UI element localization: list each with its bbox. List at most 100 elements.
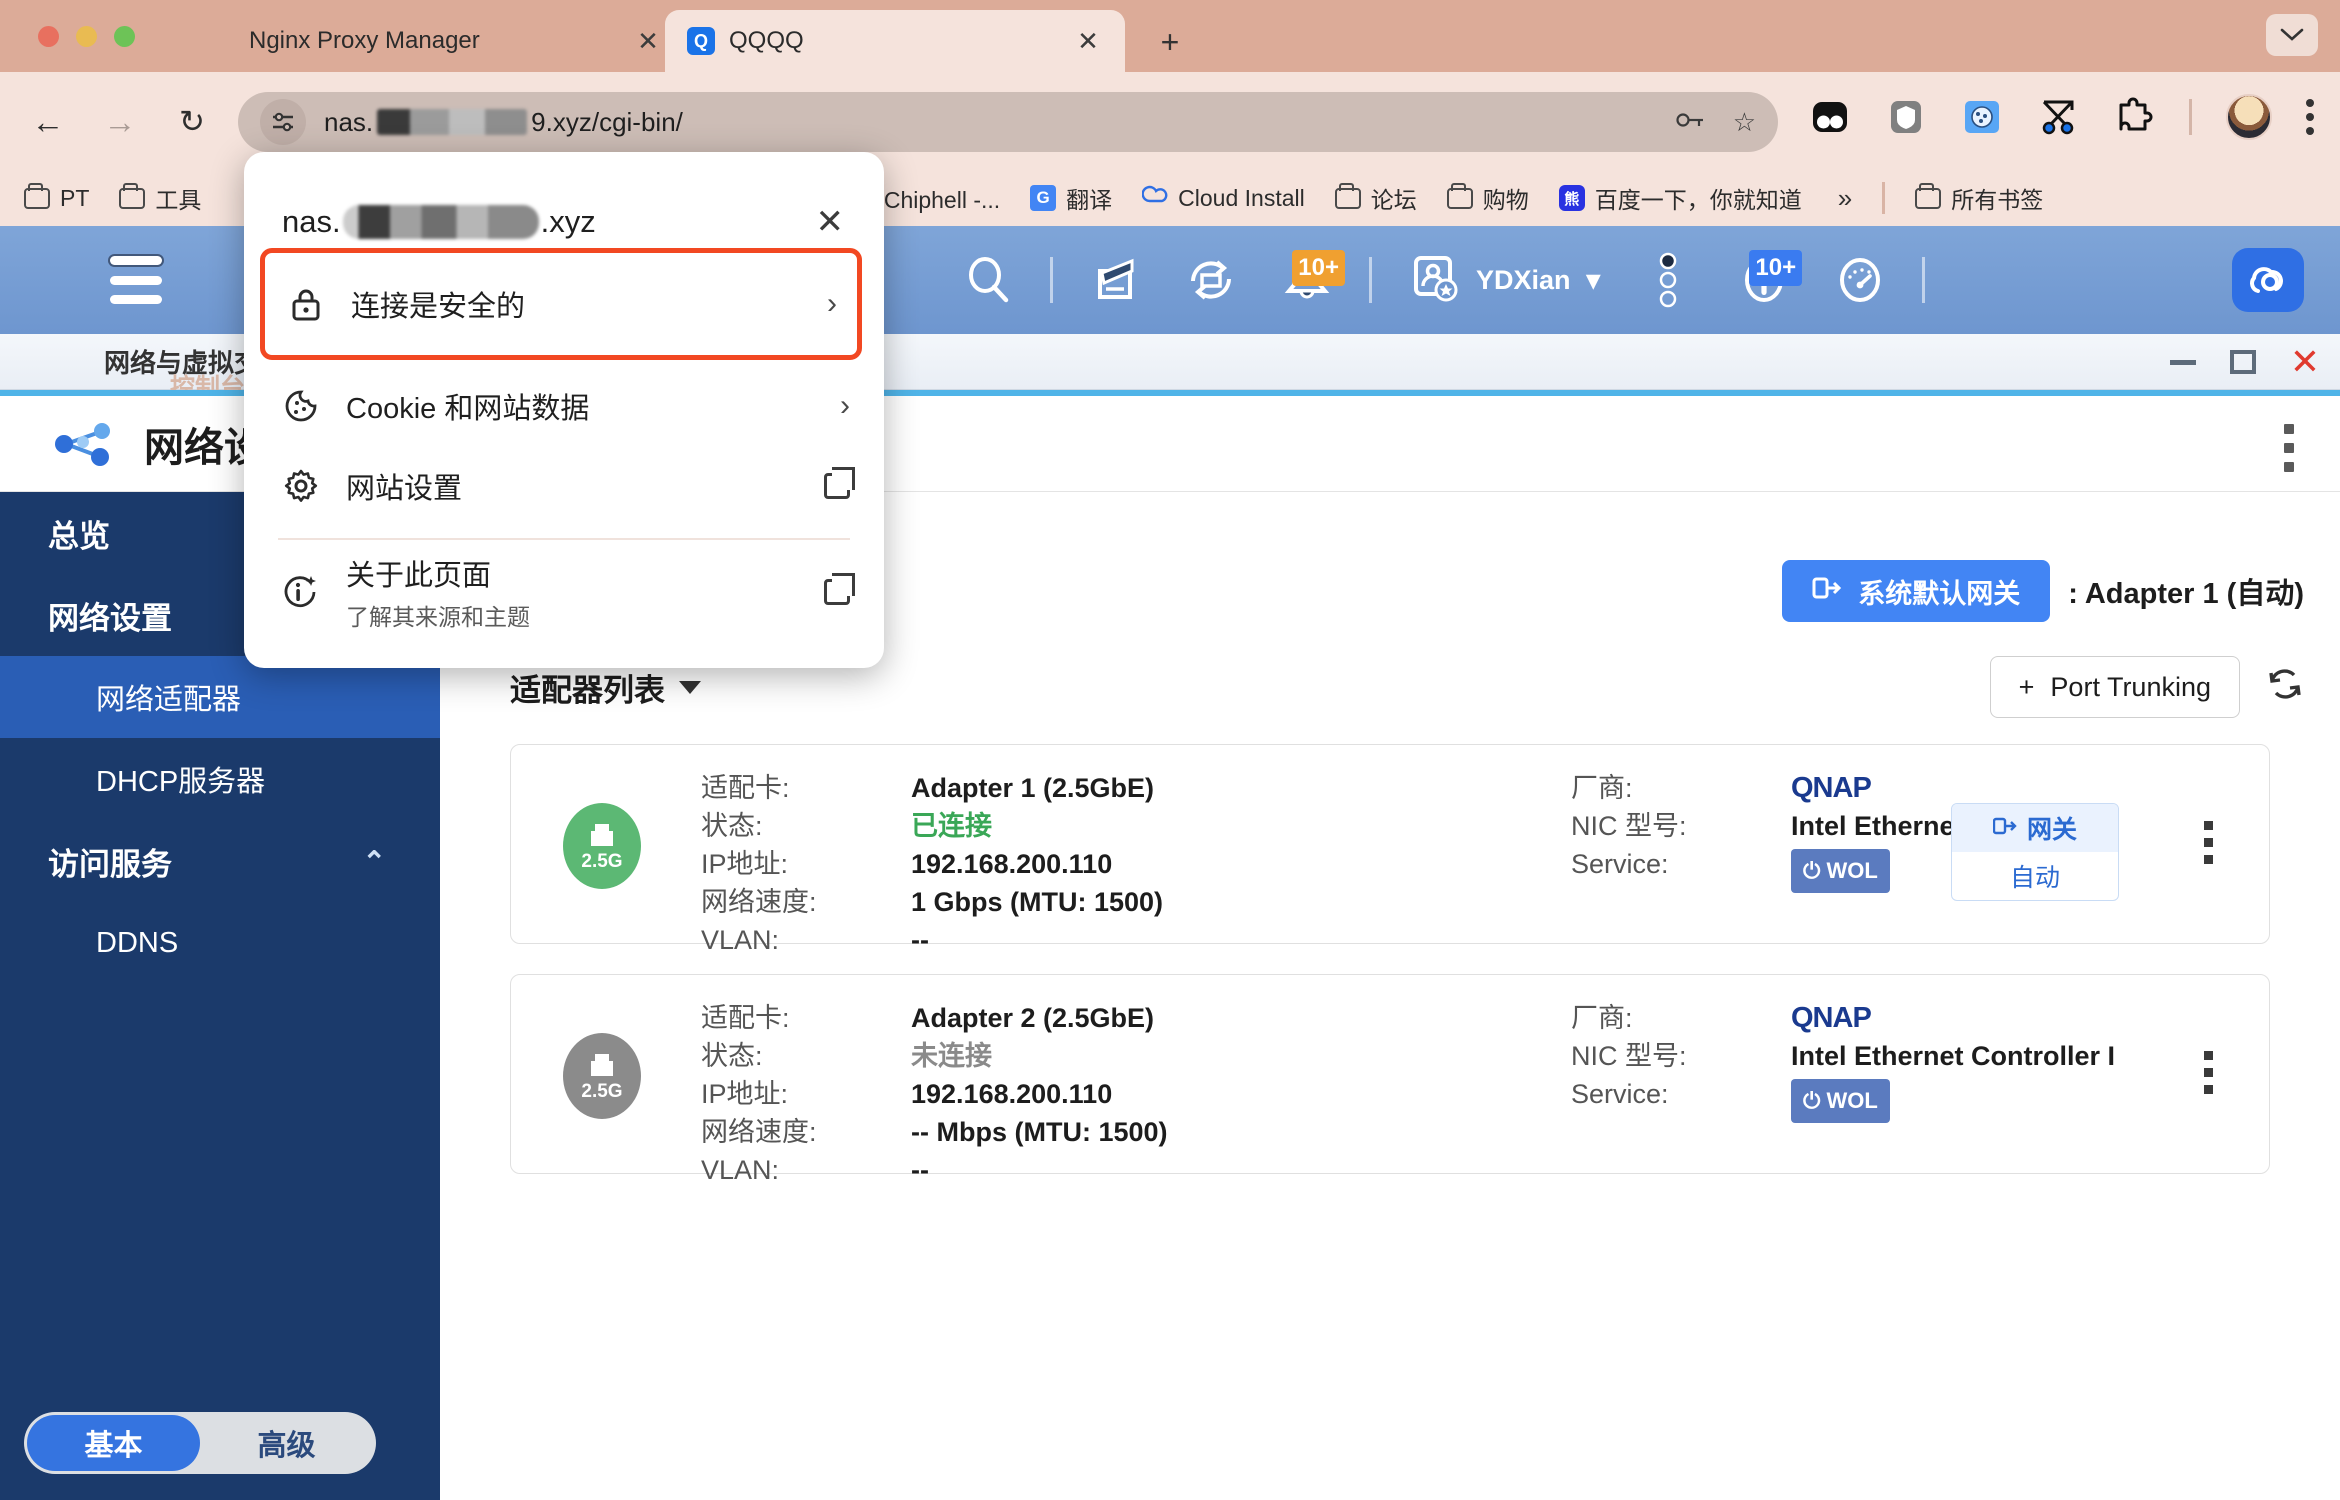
kebab-icon[interactable]	[1620, 226, 1716, 334]
tab-search-chevron-down-icon[interactable]	[2266, 14, 2318, 56]
menu-icon[interactable]	[110, 256, 162, 304]
domain-redacted-block	[343, 205, 539, 239]
sidebar-item-ddns[interactable]: DDNS	[0, 902, 440, 984]
chevron-up-icon: ⌃	[363, 845, 386, 878]
system-default-gateway-button[interactable]: 系统默认网关	[1782, 560, 2050, 622]
wol-label: WOL	[1827, 858, 1878, 883]
adapter-status-badge: 2.5G	[563, 1033, 641, 1119]
label-service: Service:	[1571, 1075, 1687, 1113]
external-link-icon	[824, 473, 850, 499]
sidebar-item-label: 网络设置	[48, 593, 172, 638]
bookmark-pt[interactable]: PT	[24, 185, 89, 212]
gateway-icon	[1812, 575, 1842, 608]
tab-close-button[interactable]: ✕	[1073, 28, 1103, 54]
adapter-kebab-icon[interactable]	[2204, 1051, 2213, 1094]
about-this-page-row[interactable]: 关于此页面 了解其来源和主题	[244, 552, 884, 632]
label-speed: 网络速度:	[701, 883, 817, 921]
bookmark-shopping[interactable]: 购物	[1447, 181, 1529, 215]
notification-bell-icon[interactable]: 10+	[1259, 226, 1355, 334]
bookmark-label: 百度一下，你就知道	[1595, 181, 1802, 215]
forward-button[interactable]: →	[98, 100, 142, 144]
search-icon[interactable]	[940, 226, 1036, 334]
user-card-icon	[1406, 250, 1460, 311]
backup-sync-icon[interactable]	[1163, 226, 1259, 334]
adapter-card[interactable]: 2.5G 适配卡: 状态: IP地址: 网络速度: VLAN: Adapter …	[510, 974, 2270, 1174]
gateway-option-selected[interactable]: 网关	[1952, 804, 2118, 852]
scan-icon[interactable]	[1067, 226, 1163, 334]
close-window-button[interactable]	[38, 26, 59, 47]
bookmarks-overflow-button[interactable]: »	[1838, 183, 1852, 214]
info-icon[interactable]: 10+	[1716, 226, 1812, 334]
sidebar-item-label: 访问服务	[48, 839, 172, 884]
folder-icon	[1915, 188, 1941, 209]
adapter-card[interactable]: 2.5G 适配卡: 状态: IP地址: 网络速度: VLAN: Adapter …	[510, 744, 2270, 944]
sidebar-item-access-services[interactable]: 访问服务 ⌃	[0, 820, 440, 902]
sidebar-item-network-adapter[interactable]: 网络适配器	[0, 656, 440, 738]
close-icon[interactable]: ✕	[810, 205, 851, 239]
cookie-editor-extension-icon[interactable]	[1961, 96, 2003, 138]
wol-badge: ⏻ WOL	[1791, 1079, 1890, 1123]
cookies-and-site-data-row[interactable]: Cookie 和网站数据 ›	[244, 366, 884, 446]
all-bookmarks-button[interactable]: 所有书签	[1915, 181, 2043, 215]
folder-icon	[1447, 188, 1473, 209]
port-trunking-label: Port Trunking	[2050, 672, 2211, 703]
label-nic-model: NIC 型号:	[1571, 807, 1687, 845]
new-tab-button[interactable]: +	[1150, 22, 1190, 62]
plus-icon: +	[2019, 672, 2035, 703]
label-vendor: 厂商:	[1571, 999, 1687, 1037]
mode-toggle-basic[interactable]: 基本	[27, 1415, 200, 1471]
value-vlan: --	[911, 1151, 1168, 1189]
sidebar-item-label: DHCP服务器	[96, 758, 265, 800]
bookmark-star-icon[interactable]: ☆	[1733, 107, 1756, 138]
domain-suffix: .xyz	[541, 204, 596, 240]
bookmark-baidu[interactable]: 熊 百度一下，你就知道	[1559, 181, 1802, 215]
maximize-window-button[interactable]	[114, 26, 135, 47]
close-button[interactable]: ✕	[2290, 344, 2320, 380]
bookmark-cloud-install[interactable]: Cloud Install	[1142, 185, 1305, 212]
site-settings-label: 网站设置	[346, 465, 462, 507]
gauge-icon[interactable]	[1812, 226, 1908, 334]
refresh-icon[interactable]	[2266, 665, 2304, 709]
adapter-field-values: Adapter 2 (2.5GbE) 未连接 192.168.200.110 -…	[911, 999, 1168, 1189]
tab-close-button[interactable]: ✕	[633, 28, 663, 54]
puzzle-extensions-icon[interactable]	[2113, 96, 2155, 138]
adapter-gateway-dropdown[interactable]: 网关 自动	[1951, 803, 2119, 901]
connection-secure-row[interactable]: 连接是安全的 ›	[260, 248, 862, 360]
bookmark-tools[interactable]: 工具	[119, 181, 201, 215]
scissors-extension-icon[interactable]	[2037, 96, 2079, 138]
user-menu[interactable]: YDXian ▾	[1386, 250, 1620, 311]
gateway-icon	[1993, 814, 2017, 843]
address-bar[interactable]: nas.9.xyz/cgi-bin/ ☆	[238, 92, 1778, 152]
url-text: nas.9.xyz/cgi-bin/	[324, 107, 683, 138]
raindrop-extension-icon[interactable]	[1809, 96, 1851, 138]
gateway-option-auto[interactable]: 自动	[1952, 852, 2118, 900]
site-settings-row[interactable]: 网站设置	[244, 446, 884, 526]
reload-button[interactable]: ↻	[170, 100, 214, 144]
site-info-tune-icon[interactable]	[260, 99, 306, 145]
url-prefix: nas.	[324, 107, 373, 138]
chevron-down-icon	[679, 681, 701, 694]
browser-tab-nginx-proxy-manager[interactable]: Nginx Proxy Manager ✕	[185, 10, 685, 72]
cookie-icon	[282, 387, 320, 425]
mode-toggle-advanced[interactable]: 高级	[200, 1415, 373, 1471]
shield-extension-icon[interactable]	[1885, 96, 1927, 138]
profile-avatar[interactable]	[2226, 94, 2272, 140]
bookmark-translate[interactable]: G 翻译	[1030, 181, 1112, 215]
page-kebab-icon[interactable]	[2284, 424, 2294, 472]
minimize-button[interactable]	[2170, 360, 2196, 365]
back-button[interactable]: ←	[26, 100, 70, 144]
chrome-menu-icon[interactable]	[2306, 99, 2314, 135]
maximize-button[interactable]	[2230, 350, 2256, 374]
sidebar-item-dhcp-server[interactable]: DHCP服务器	[0, 738, 440, 820]
value-status: 未连接	[911, 1037, 1168, 1075]
myqnapcloud-icon[interactable]	[2232, 248, 2304, 312]
sidebar-item-label: DDNS	[96, 927, 178, 960]
browser-tab-qqqq[interactable]: Q QQQQ ✕	[665, 10, 1125, 72]
bookmark-forums[interactable]: 论坛	[1335, 181, 1417, 215]
site-domain: nas..xyz	[282, 204, 596, 240]
minimize-window-button[interactable]	[76, 26, 97, 47]
port-trunking-button[interactable]: + Port Trunking	[1990, 656, 2240, 718]
password-key-icon[interactable]	[1675, 107, 1705, 138]
adapter-list-dropdown[interactable]: 适配器列表	[510, 665, 701, 710]
adapter-kebab-icon[interactable]	[2204, 821, 2213, 864]
